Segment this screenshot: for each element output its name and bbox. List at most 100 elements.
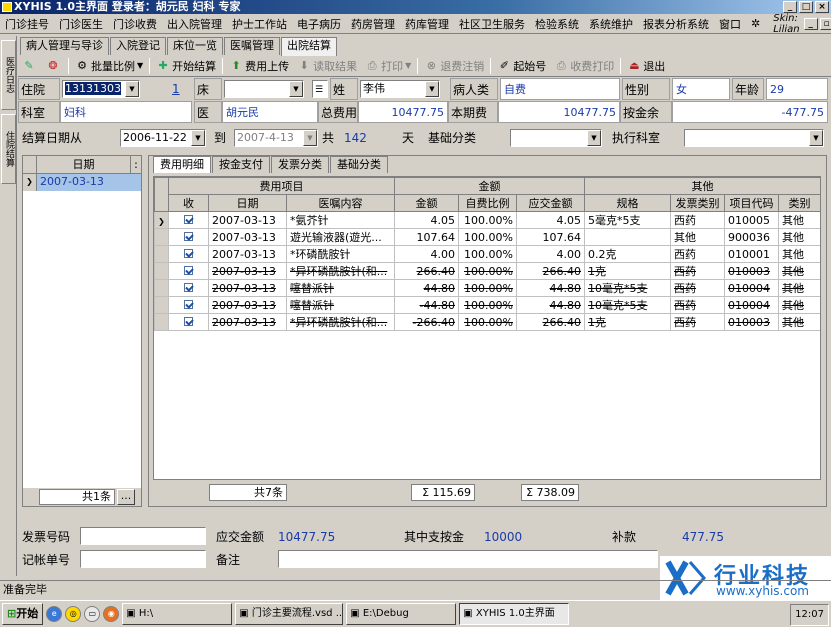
batch-ratio-button[interactable]: ⚙ 批量比例 ▼	[71, 56, 147, 76]
col-due[interactable]: 应交金额	[515, 194, 586, 212]
task-visio[interactable]: ▣ 门诊主要流程.vsd ...	[235, 603, 344, 625]
menu-admission[interactable]: 出入院管理	[162, 16, 227, 32]
fee-row[interactable]: 2007-03-13 *异环磷酰胺针(和... -266.40 100.00% 266.…	[154, 313, 820, 331]
menu-system[interactable]: 系统维护	[584, 16, 638, 32]
maximize-button[interactable]: □	[799, 1, 813, 13]
exit-button[interactable]: ⏏ 退出	[623, 56, 669, 76]
tab-discharge-settlement[interactable]: 出院结算	[281, 37, 337, 56]
fee-row[interactable]: 2007-03-13 *异环磷酰胺针(和... 266.40 100.00% 266.4…	[154, 262, 820, 280]
tab-orders[interactable]: 医嘱管理	[224, 37, 280, 55]
fee-row[interactable]: ❯ 2007-03-13 *氨芥针 4.05 100.00% 4.05 5毫克*5支 西药 01…	[154, 211, 820, 229]
cell-amount: 44.80	[394, 279, 459, 297]
menu-emr[interactable]: 电子病历	[292, 16, 346, 32]
fee-detail-table: 费用项目 金额 其他 收 日期 医嘱内容 金额 自费比例 应交金额 规格 发票类…	[153, 176, 821, 480]
col-item-code[interactable]: 项目代码	[724, 194, 780, 212]
task-debug-folder[interactable]: ▣ E:\Debug	[346, 603, 457, 625]
search-patient-button[interactable]: ☰	[312, 80, 328, 98]
tab-fee-detail[interactable]: 费用明细	[153, 156, 211, 173]
menu-outpatient-doctor[interactable]: 门诊医生	[54, 16, 108, 32]
exec-dept-select[interactable]: ▼	[684, 129, 824, 147]
firefox-icon[interactable]: ◉	[103, 606, 120, 622]
account-number-input[interactable]	[80, 550, 206, 568]
col-self-ratio[interactable]: 自费比例	[458, 194, 517, 212]
date-to-picker[interactable]: 2007-4-13 ▼	[234, 129, 318, 147]
date-column-header[interactable]: 日期	[37, 156, 131, 173]
receipt-print-button[interactable]: ⎙ 收费打印	[550, 56, 618, 76]
charge-checkbox[interactable]	[184, 265, 193, 275]
name-select[interactable]: 李伟 ▼	[360, 80, 440, 98]
bed-select[interactable]: ▼	[224, 80, 304, 98]
fee-upload-button[interactable]: ⬆ 费用上传	[225, 56, 293, 76]
tab-deposit-payment[interactable]: 按金支付	[212, 156, 270, 173]
print-button[interactable]: ⎙ 打印 ▼	[361, 56, 415, 76]
col-category[interactable]: 类别	[778, 194, 820, 212]
cell-invoice: 西药	[670, 313, 726, 331]
menu-drug-store[interactable]: 药库管理	[400, 16, 454, 32]
close-button[interactable]: ×	[815, 1, 829, 13]
total-fee-value: 10477.75	[358, 101, 448, 123]
col-invoice-type[interactable]: 发票类别	[670, 194, 726, 212]
col-charge[interactable]: 收	[168, 194, 209, 212]
mdi-restore-button[interactable]: ▫	[819, 17, 831, 30]
charge-checkbox[interactable]	[184, 316, 193, 326]
task-xyhis[interactable]: ▣ XYHIS 1.0主界面	[459, 603, 570, 625]
col-amount[interactable]: 金额	[394, 194, 459, 212]
ie-icon[interactable]: e	[46, 606, 63, 622]
col-spec[interactable]: 规格	[584, 194, 672, 212]
tool-icon-1[interactable]: ✎	[18, 56, 42, 76]
charge-checkbox[interactable]	[184, 299, 193, 309]
bed-count[interactable]: 1	[172, 80, 180, 98]
base-category-select[interactable]: ▼	[510, 129, 602, 147]
mdi-minimize-button[interactable]: _	[803, 17, 818, 30]
menu-pharmacy[interactable]: 药房管理	[346, 16, 400, 32]
tab-invoice-category[interactable]: 发票分类	[271, 156, 329, 173]
refund-cancel-button[interactable]: ⊗ 退费注销	[420, 56, 488, 76]
skin-icon[interactable]: ✲	[746, 17, 765, 30]
read-result-button[interactable]: ⬇ 读取结果	[293, 56, 361, 76]
settle-icon: ✚	[158, 58, 168, 72]
chevron-down-icon: ▼	[809, 130, 823, 146]
charge-checkbox[interactable]	[184, 231, 193, 241]
task-h-drive[interactable]: ▣ H:\	[122, 603, 233, 625]
tab-patient-guide[interactable]: 病人管理与导诊	[20, 37, 109, 55]
start-button[interactable]: ⊞开始	[2, 603, 44, 625]
col-date[interactable]: 日期	[208, 194, 287, 212]
charge-checkbox[interactable]	[184, 214, 193, 224]
tab-bed-overview[interactable]: 床位一览	[167, 37, 223, 55]
inpatient-number-select[interactable]: 13131303 ▼	[62, 80, 140, 98]
cell-code: 010003	[724, 262, 780, 280]
fee-row[interactable]: 2007-03-13 遊光输液器(遊光... 107.64 100.00% 107.64…	[154, 228, 820, 246]
media-icon[interactable]: ◎	[65, 606, 82, 622]
cell-due: 266.40	[515, 262, 586, 280]
menu-reports[interactable]: 报表分析系统	[638, 16, 714, 32]
desktop-icon[interactable]: ▭	[84, 606, 101, 622]
note-input[interactable]	[278, 550, 658, 568]
cell-ratio: 100.00%	[458, 296, 517, 314]
fee-row[interactable]: 2007-03-13 噻替派针 -44.80 100.00% 44.80 10毫克*5支西…	[154, 296, 820, 314]
menu-outpatient-fee[interactable]: 门诊收费	[108, 16, 162, 32]
date-row[interactable]: ❯ 2007-03-13	[23, 174, 141, 191]
start-settlement-button[interactable]: ✚ 开始结算	[152, 56, 220, 76]
tool-icon-2[interactable]: ❂	[42, 56, 66, 76]
invoice-number-input[interactable]	[80, 527, 206, 545]
menu-nurse-station[interactable]: 护士工作站	[227, 16, 292, 32]
cell-invoice: 其他	[670, 228, 726, 246]
tab-base-category[interactable]: 基础分类	[330, 156, 388, 173]
menu-window[interactable]: 窗口	[714, 16, 746, 32]
charge-checkbox[interactable]	[184, 248, 193, 258]
menu-outpatient-register[interactable]: 门诊挂号	[0, 16, 54, 32]
col-order-content[interactable]: 医嘱内容	[286, 194, 395, 212]
side-tab-settlement[interactable]: 住院结算	[1, 114, 16, 184]
date-list-more-button[interactable]: ...	[117, 489, 135, 505]
menu-community[interactable]: 社区卫生服务	[454, 16, 530, 32]
start-number-button[interactable]: ✐ 起始号	[493, 56, 550, 76]
date-from-picker[interactable]: 2006-11-22 ▼	[120, 129, 206, 147]
fee-row[interactable]: 2007-03-13 噻替派针 44.80 100.00% 44.80 10毫克*5支 西药…	[154, 279, 820, 297]
cell-spec: 1克	[584, 262, 672, 280]
fee-row[interactable]: 2007-03-13 *环磷酰胺针 4.00 100.00% 4.00 0.2克 西药 010…	[154, 245, 820, 263]
minimize-button[interactable]: _	[783, 1, 797, 13]
tab-admission[interactable]: 入院登记	[110, 37, 166, 55]
menu-lab[interactable]: 检验系统	[530, 16, 584, 32]
side-tab-diary[interactable]: 医疗日志	[1, 40, 16, 110]
charge-checkbox[interactable]	[184, 282, 193, 292]
